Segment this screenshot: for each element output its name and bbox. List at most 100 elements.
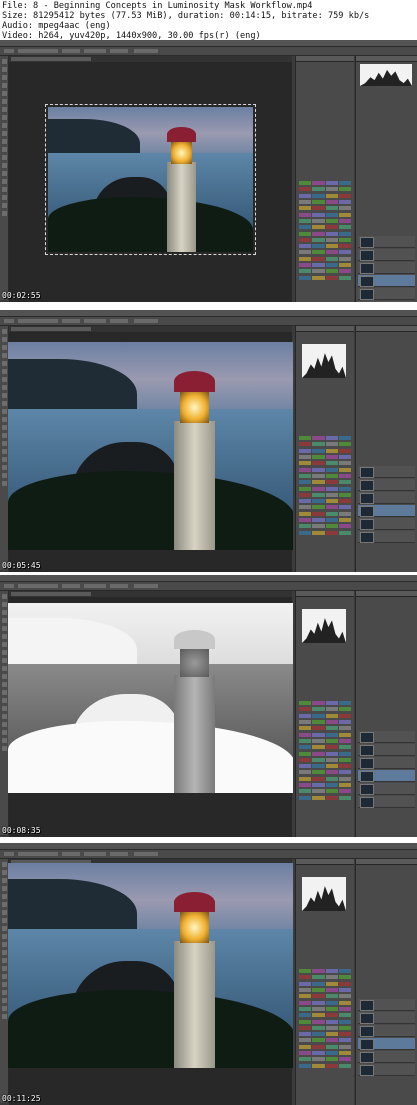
panel-action-button[interactable] (299, 987, 312, 992)
document-tab[interactable] (11, 57, 91, 61)
tool-icon[interactable] (1, 626, 7, 631)
panel-action-button[interactable] (312, 244, 325, 249)
tool-icon[interactable] (1, 698, 7, 703)
panel-action-button[interactable] (299, 969, 312, 973)
options-control[interactable] (62, 852, 80, 856)
tool-icon[interactable] (1, 722, 7, 727)
panel-action-button[interactable] (338, 448, 351, 453)
panel-action-button[interactable] (325, 212, 338, 217)
panel-action-button[interactable] (312, 707, 325, 712)
panel-action-button[interactable] (312, 231, 325, 236)
panel-action-button[interactable] (299, 764, 312, 769)
tool-icon[interactable] (1, 862, 7, 867)
options-control[interactable] (18, 319, 58, 323)
options-control[interactable] (62, 584, 80, 588)
options-control[interactable] (62, 49, 80, 53)
panel-action-button[interactable] (299, 713, 312, 718)
tool-icon[interactable] (1, 187, 7, 192)
tool-icon[interactable] (1, 409, 7, 414)
panel-action-button[interactable] (312, 492, 325, 497)
panel-action-button[interactable] (312, 199, 325, 204)
panel-action-button[interactable] (325, 269, 338, 274)
panel-action-button[interactable] (338, 225, 351, 230)
panel-action-button[interactable] (325, 1051, 338, 1056)
tool-icon[interactable] (1, 147, 7, 152)
tool-icon[interactable] (1, 59, 7, 64)
layer-row[interactable] (358, 731, 415, 743)
panel-action-button[interactable] (299, 212, 312, 217)
panel-action-button[interactable] (338, 212, 351, 217)
panel-action-button[interactable] (299, 218, 312, 223)
panel-action-button[interactable] (299, 231, 312, 236)
tool-icon[interactable] (1, 67, 7, 72)
panel-action-button[interactable] (312, 701, 325, 705)
tool-icon[interactable] (1, 155, 7, 160)
panel-action-button[interactable] (338, 795, 351, 800)
tool-icon[interactable] (1, 918, 7, 923)
panel-action-button[interactable] (338, 701, 351, 705)
options-control[interactable] (134, 319, 158, 323)
panel-action-button[interactable] (312, 764, 325, 769)
panel-action-button[interactable] (312, 770, 325, 775)
panel-action-button[interactable] (325, 969, 338, 973)
panel-action-button[interactable] (325, 776, 338, 781)
panel-action-button[interactable] (312, 461, 325, 466)
panel-action-button[interactable] (325, 193, 338, 198)
tool-icon[interactable] (1, 457, 7, 462)
panel-action-button[interactable] (338, 719, 351, 724)
panel-action-button[interactable] (299, 181, 312, 185)
tool-icon[interactable] (1, 107, 7, 112)
panel-action-button[interactable] (299, 442, 312, 447)
options-control[interactable] (4, 49, 14, 53)
panel-action-button[interactable] (325, 789, 338, 794)
panel-action-button[interactable] (312, 181, 325, 185)
tool-icon[interactable] (1, 481, 7, 486)
panel-action-button[interactable] (325, 732, 338, 737)
panel-action-button[interactable] (338, 275, 351, 280)
layer-row[interactable] (358, 770, 415, 782)
panel-action-button[interactable] (312, 436, 325, 440)
panel-action-button[interactable] (325, 486, 338, 491)
options-control[interactable] (18, 584, 58, 588)
panel-action-button[interactable] (312, 275, 325, 280)
panel-action-button[interactable] (325, 473, 338, 478)
layer-row[interactable] (358, 275, 415, 287)
panel-action-button[interactable] (312, 757, 325, 762)
panel-action-button[interactable] (338, 1038, 351, 1043)
panel-action-button[interactable] (338, 1025, 351, 1030)
panel-action-button[interactable] (312, 218, 325, 223)
tool-icon[interactable] (1, 1014, 7, 1019)
panel-action-button[interactable] (312, 969, 325, 973)
panel-action-button[interactable] (299, 511, 312, 516)
panel-action-button[interactable] (312, 713, 325, 718)
panel-action-button[interactable] (299, 263, 312, 268)
panel-action-button[interactable] (325, 436, 338, 440)
layer-row[interactable] (358, 757, 415, 769)
panel-action-button[interactable] (338, 969, 351, 973)
panel-action-button[interactable] (325, 518, 338, 523)
panel-action-button[interactable] (338, 269, 351, 274)
panel-action-button[interactable] (312, 187, 325, 192)
tool-icon[interactable] (1, 441, 7, 446)
panel-action-button[interactable] (299, 530, 312, 535)
layer-row[interactable] (358, 479, 415, 491)
tool-icon[interactable] (1, 910, 7, 915)
panel-action-button[interactable] (325, 181, 338, 185)
panel-action-button[interactable] (325, 738, 338, 743)
panel-action-button[interactable] (338, 732, 351, 737)
panel-action-button[interactable] (299, 454, 312, 459)
panel-action-button[interactable] (299, 499, 312, 504)
tool-icon[interactable] (1, 990, 7, 995)
options-control[interactable] (84, 49, 106, 53)
panel-action-button[interactable] (312, 1038, 325, 1043)
panel-action-button[interactable] (325, 275, 338, 280)
panel-action-button[interactable] (299, 187, 312, 192)
panel-action-button[interactable] (325, 719, 338, 724)
options-control[interactable] (4, 584, 14, 588)
layer-row[interactable] (358, 1012, 415, 1024)
tool-icon[interactable] (1, 902, 7, 907)
panel-action-button[interactable] (312, 212, 325, 217)
tool-icon[interactable] (1, 465, 7, 470)
tool-icon[interactable] (1, 131, 7, 136)
tool-icon[interactable] (1, 473, 7, 478)
